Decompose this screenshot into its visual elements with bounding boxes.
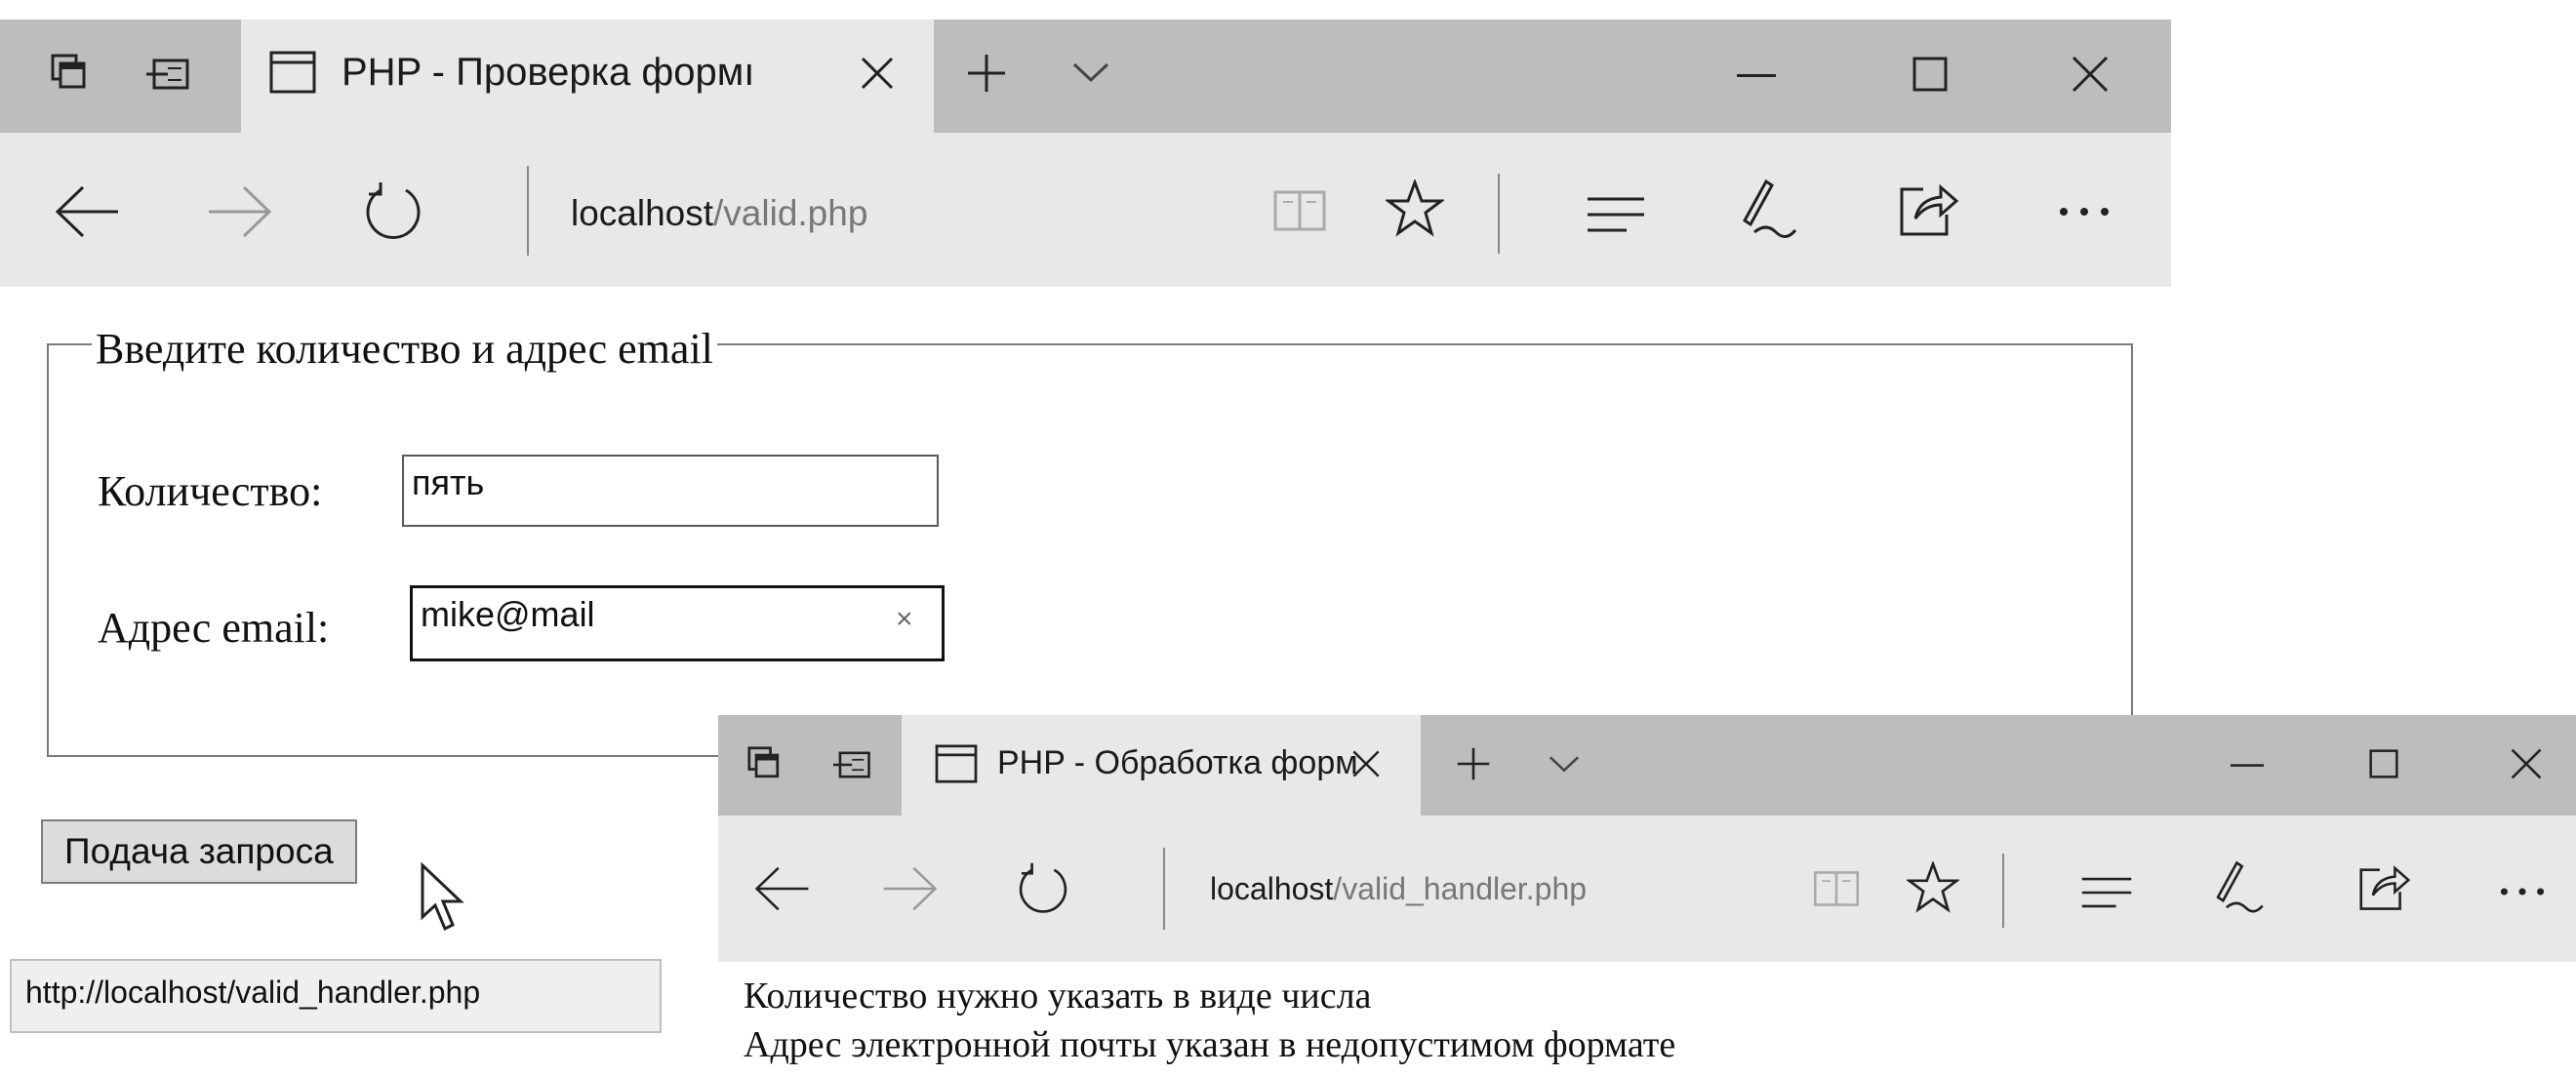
more-icon[interactable] [2059, 207, 2110, 217]
clear-icon[interactable]: × [896, 603, 913, 636]
url-path: /valid.php [713, 193, 868, 233]
close-tab-icon[interactable] [1350, 748, 1382, 779]
minimize-icon[interactable] [1737, 74, 1776, 78]
tab-title: PHP - Обработка форм [997, 744, 1358, 781]
toolbar-separator [1498, 174, 1500, 254]
forward-arrow-icon[interactable] [205, 185, 273, 238]
url-host: localhost [1210, 871, 1334, 906]
new-tab-icon[interactable] [966, 53, 1007, 94]
share-icon[interactable] [1898, 179, 1960, 238]
new-tab-icon[interactable] [1456, 746, 1491, 781]
address-bar[interactable]: localhost/valid_handler.php [1210, 871, 1587, 907]
share-icon[interactable] [2357, 861, 2412, 912]
email-input[interactable]: mike@mail [410, 585, 945, 661]
hub-icon[interactable] [2080, 875, 2133, 910]
fieldset-legend: Введите количество и адрес email [92, 324, 717, 374]
minimize-icon[interactable] [2231, 764, 2264, 768]
quantity-input[interactable]: пять [402, 455, 939, 527]
quantity-label: Количество: [98, 467, 323, 515]
back-arrow-icon[interactable] [753, 866, 812, 911]
back-arrow-icon[interactable] [54, 185, 122, 238]
browser-window-result: PHP - Обработка форм localhost/valid_han… [718, 715, 2576, 1076]
toolbar-separator [2002, 854, 2004, 928]
pen-icon[interactable] [2211, 859, 2268, 916]
refresh-icon[interactable] [361, 180, 425, 245]
page-icon [269, 51, 316, 94]
tab-title: PHP - Проверка формı [342, 51, 755, 94]
star-icon[interactable] [1386, 179, 1444, 238]
url-host: localhost [571, 193, 714, 233]
pen-icon[interactable] [1737, 178, 1801, 242]
email-label: Адрес email: [98, 604, 330, 652]
reading-view-icon[interactable] [1813, 869, 1860, 908]
forward-arrow-icon[interactable] [880, 866, 939, 911]
close-window-icon[interactable] [2510, 747, 2543, 780]
maximize-icon[interactable] [2369, 749, 2398, 778]
address-toolbar [0, 133, 2171, 287]
error-message-quantity: Количество нужно указать в виде числа [744, 976, 1372, 1016]
close-tab-icon[interactable] [859, 55, 896, 92]
hub-icon[interactable] [1586, 195, 1646, 234]
reading-view-icon[interactable] [1273, 188, 1326, 233]
set-aside-tabs-icon[interactable] [833, 749, 872, 780]
tab-actions-icon[interactable] [51, 54, 92, 95]
submit-button[interactable]: Подача запроса [41, 819, 357, 884]
maximize-icon[interactable] [1912, 57, 1948, 92]
email-input-value: mike@mail [421, 594, 595, 634]
tab-actions-icon[interactable] [747, 746, 785, 783]
mouse-cursor-icon [420, 862, 468, 933]
address-bar[interactable]: localhost/valid.php [571, 193, 867, 234]
refresh-icon[interactable] [1015, 861, 1071, 918]
page-icon [935, 744, 978, 783]
chevron-down-icon[interactable] [1071, 60, 1110, 84]
address-toolbar [718, 816, 2576, 962]
more-icon[interactable] [2500, 887, 2545, 897]
close-window-icon[interactable] [2071, 55, 2110, 94]
form-fieldset [47, 343, 2133, 757]
url-path: /valid_handler.php [1333, 871, 1588, 906]
star-icon[interactable] [1907, 861, 1959, 914]
address-separator [527, 166, 529, 256]
address-separator [1163, 848, 1165, 930]
error-message-email: Адрес электронной почты указан в недопус… [744, 1024, 1676, 1065]
chevron-down-icon[interactable] [1548, 754, 1581, 774]
set-aside-tabs-icon[interactable] [146, 57, 191, 92]
status-bar-url: http://localhost/valid_handler.php [10, 959, 662, 1033]
